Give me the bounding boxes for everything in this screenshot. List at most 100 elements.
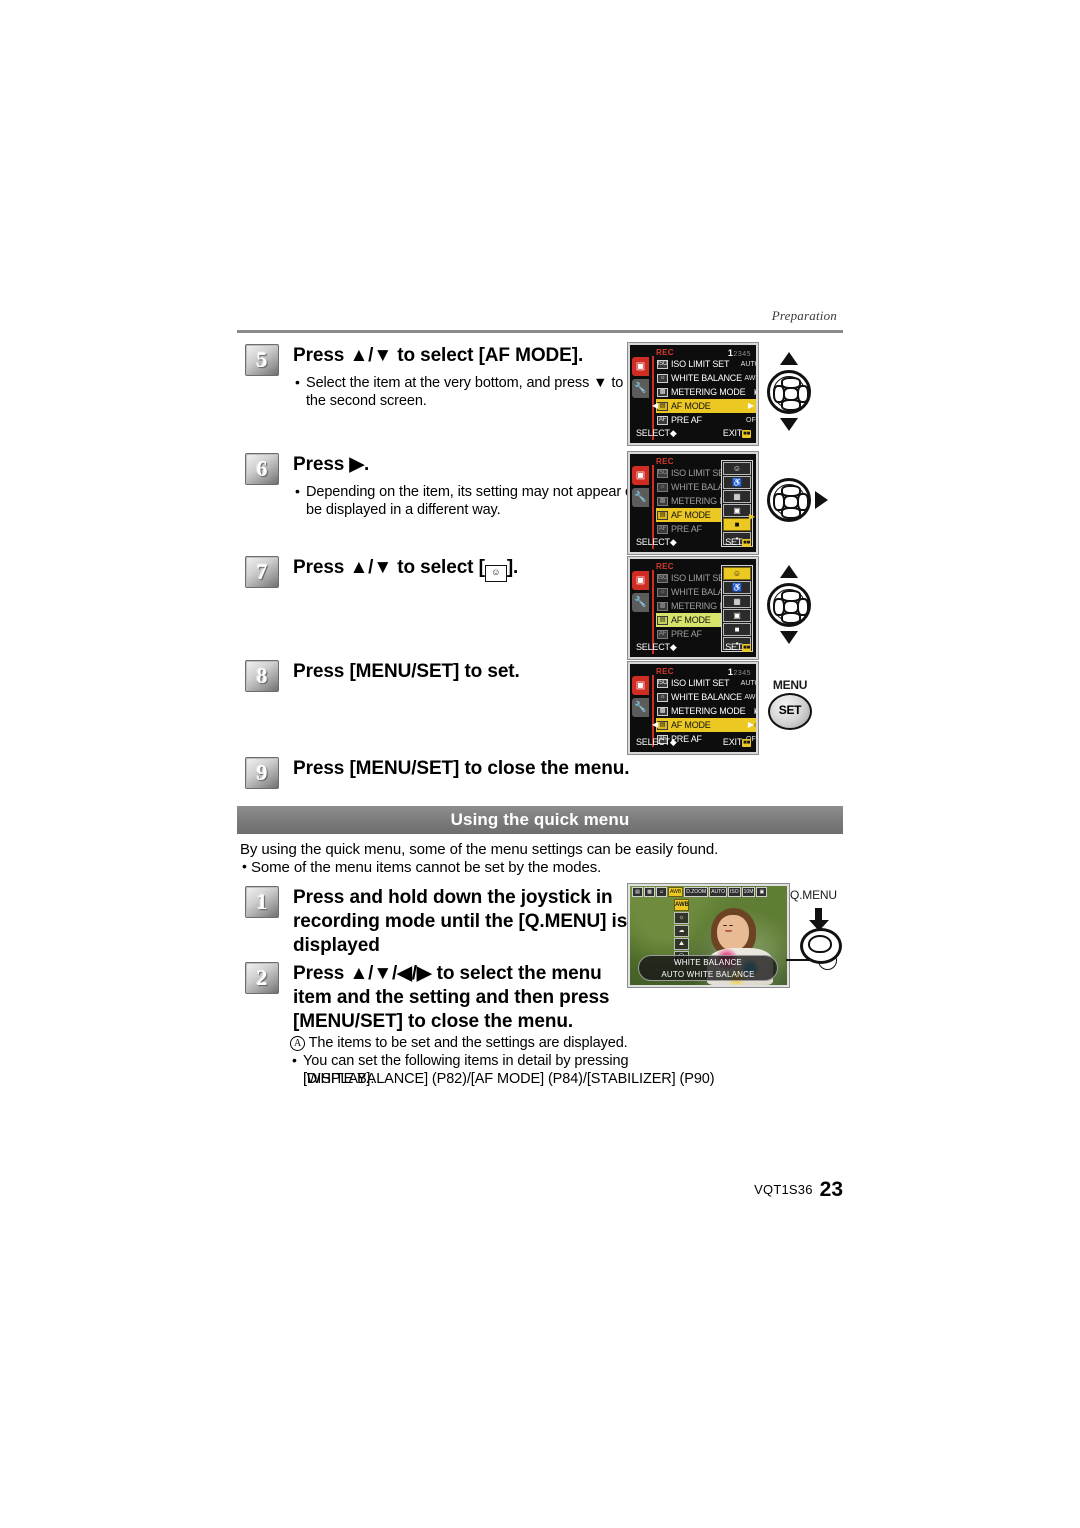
menu-item-value: AWB xyxy=(744,693,756,701)
step-title-tail: ]. xyxy=(506,557,519,578)
face-detect-icon[interactable]: ☺ xyxy=(656,887,667,897)
menu-set-badge: ■■ xyxy=(742,539,751,547)
joystick-updown-icon-step7 xyxy=(767,583,811,627)
stabilizer-icon[interactable]: ▣ xyxy=(756,887,768,897)
setup-tab[interactable]: 🔧 xyxy=(632,593,649,612)
down-arrow-icon xyxy=(780,631,798,644)
iso-icon: ISO xyxy=(657,359,668,369)
subject-face xyxy=(717,915,749,951)
step-7: 7 Press ▲/▼ to select [☺]. xyxy=(245,556,518,588)
step-number: 7 xyxy=(245,556,279,588)
menu-tab-column: ▣ 🔧 xyxy=(632,466,651,510)
joystick-center-pad xyxy=(783,495,799,509)
joystick-center-pad xyxy=(783,387,799,401)
metering-icon: ▩ xyxy=(657,601,668,611)
lcd-footer: SELECT◆ EXIT■■ xyxy=(630,737,756,750)
menu-item-label: AF MODE xyxy=(671,615,711,625)
menu-row[interactable]: ▩ METERING MODE ▣ xyxy=(656,385,756,399)
wrench-icon: 🔧 xyxy=(634,491,647,503)
menu-row-af-mode-selected[interactable]: ▤ AF MODE ☺ xyxy=(656,718,756,732)
wb-option-shade-icon[interactable]: ⛰ xyxy=(674,938,689,950)
qmenu-caption: WHITE BALANCE AUTO WHITE BALANCE xyxy=(638,955,778,981)
menu-list: ISO ISO LIMIT SET AUTO ☼ WHITE BALANCE A… xyxy=(656,676,756,746)
menu-tab-column: ▣ 🔧 xyxy=(632,676,651,720)
wb-option-awb[interactable]: AWB xyxy=(674,899,689,911)
one-area-icon[interactable]: ■ xyxy=(723,518,751,531)
select-hint: SELECT◆ xyxy=(636,737,677,747)
af-tracking-icon[interactable]: ♿ xyxy=(723,581,751,594)
auto-icon[interactable]: AUTO xyxy=(709,887,728,897)
af-tracking-icon[interactable]: ♿ xyxy=(723,476,751,489)
setup-tab[interactable]: 🔧 xyxy=(632,698,649,717)
exit-hint: EXIT■■ xyxy=(723,428,751,438)
step-number: 8 xyxy=(245,660,279,692)
select-hint: SELECT◆ xyxy=(636,642,677,652)
qmenu-control-illustration: Q.MENU xyxy=(790,888,842,964)
menu-row[interactable]: ISO ISO LIMIT SET AUTO xyxy=(656,357,756,371)
menu-item-value: ▣ xyxy=(753,707,756,715)
rec-tab[interactable]: ▣ xyxy=(632,676,649,695)
step-number: 6 xyxy=(245,453,279,485)
step-number: 9 xyxy=(245,757,279,789)
menu-label: MENU xyxy=(772,678,808,692)
menu-row[interactable]: ☼ WHITE BALANCE AWB xyxy=(656,690,756,704)
step-title: Press ▲/▼ to select [☺]. xyxy=(293,556,518,582)
step-title: Press ▲/▼/◀/▶ to select the menu item an… xyxy=(293,963,610,1032)
face-detection-icon[interactable]: ☺ xyxy=(723,462,751,475)
menu-tab-column: ▣ 🔧 xyxy=(632,571,651,615)
face-detection-icon[interactable]: ☺ xyxy=(723,567,751,580)
one-area-highspeed-icon[interactable]: ▣ xyxy=(723,609,751,622)
select-hint: SELECT◆ xyxy=(636,537,677,547)
menu-item-label: PRE AF xyxy=(671,415,702,425)
af-mode-submenu: ☺ ♿ ▦ ▣ ■ ▪ xyxy=(721,565,753,652)
section-title-bar: Using the quick menu xyxy=(237,806,843,834)
lcd-screen-step8: REC 12345 ▣ 🔧 ISO ISO LIMIT SET AUTO ☼ W… xyxy=(628,662,758,754)
menu-item-label: ISO LIMIT SET xyxy=(671,359,730,369)
step-title: Press ▶. xyxy=(293,454,370,475)
resolution-icon[interactable]: 10M xyxy=(741,887,756,897)
multi-area-icon[interactable]: ▦ xyxy=(723,490,751,503)
section-intro-bullet: Some of the menu items cannot be set by … xyxy=(240,857,631,877)
menu-row[interactable]: ▩ METERING MODE ▣ xyxy=(656,704,756,718)
page-number: 23 xyxy=(819,1178,843,1201)
menu-row-af-mode-selected[interactable]: ▤ AF MODE ■ xyxy=(656,399,756,413)
af-mode-icon[interactable]: ▤ xyxy=(632,887,643,897)
menu-tab-column: ▣ 🔧 xyxy=(632,357,651,401)
menu-set-button[interactable]: MENU SET xyxy=(767,678,813,730)
up-arrow-icon xyxy=(780,565,798,578)
menu-row[interactable]: ☼ WHITE BALANCE AWB xyxy=(656,371,756,385)
menu-item-label: PRE AF xyxy=(671,524,702,534)
rec-tab[interactable]: ▣ xyxy=(632,571,649,590)
af-mode-icon: ▤ xyxy=(657,720,668,730)
rec-tab[interactable]: ▣ xyxy=(632,357,649,376)
menu-row[interactable]: AF PRE AF OFF xyxy=(656,413,756,427)
af-mode-icon: ▤ xyxy=(657,615,668,625)
step-9: 9 Press [MENU/SET] to close the menu. xyxy=(245,757,630,789)
menu-row[interactable]: ISO ISO LIMIT SET AUTO xyxy=(656,676,756,690)
rec-tab[interactable]: ▣ xyxy=(632,466,649,485)
set-label: SET xyxy=(768,693,812,730)
iso-icon: ISO xyxy=(657,678,668,688)
wb-option-daylight-icon[interactable]: ☼ xyxy=(674,912,689,924)
lcd-screen-qmenu: ▤ ▩ ☺ AWB D.ZOOM AUTO ISO 10M ▣ AWB ☼ ☁ … xyxy=(628,884,789,987)
qmenu-label: Q.MENU xyxy=(790,888,837,902)
multi-area-icon[interactable]: ▦ xyxy=(723,595,751,608)
menu-item-label: METERING MODE xyxy=(671,706,746,716)
metering-icon[interactable]: ▩ xyxy=(644,887,655,897)
white-balance-icon: ☼ xyxy=(657,373,668,383)
menu-item-label: AF MODE xyxy=(671,401,711,411)
setup-tab[interactable]: 🔧 xyxy=(632,379,649,398)
white-balance-icon[interactable]: AWB xyxy=(668,887,684,897)
digital-zoom-icon[interactable]: D.ZOOM xyxy=(684,887,709,897)
one-area-icon[interactable]: ■ xyxy=(723,623,751,636)
wb-option-cloudy-icon[interactable]: ☁ xyxy=(674,925,689,937)
one-area-highspeed-icon[interactable]: ▣ xyxy=(723,504,751,517)
subject-mouth xyxy=(724,930,732,933)
menu-item-label: WHITE BALANCE xyxy=(671,692,742,702)
setup-tab[interactable]: 🔧 xyxy=(632,488,649,507)
joystick-updown-icon-step5 xyxy=(767,370,811,414)
step-8: 8 Press [MENU/SET] to set. xyxy=(245,660,520,692)
menu-item-value: AUTO xyxy=(740,679,756,687)
iso-icon[interactable]: ISO xyxy=(728,887,741,897)
lcd-footer: SELECT◆ SET■■ xyxy=(630,537,756,550)
